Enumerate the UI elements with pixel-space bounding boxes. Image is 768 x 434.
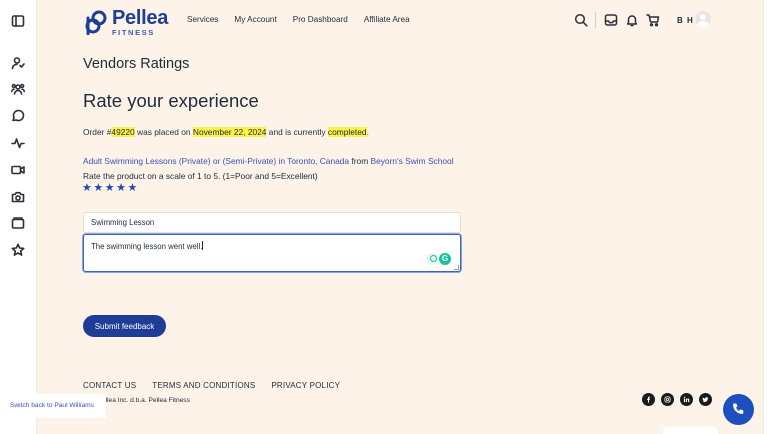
call-button[interactable]	[723, 394, 754, 425]
product-from: from	[349, 156, 371, 166]
inbox-icon[interactable]	[604, 13, 618, 27]
pellea-logo[interactable]: Pellea FITNESS	[84, 8, 168, 37]
nav-my-account[interactable]: My Account	[234, 15, 276, 24]
vendor-link[interactable]: Beyorn's Swim School	[371, 156, 454, 166]
switch-back-link[interactable]: Switch back to Paul Williams	[0, 394, 106, 418]
rating-instructions: Rate the product on a scale of 1 to 5. (…	[83, 171, 318, 181]
camera-icon[interactable]	[11, 190, 25, 204]
review-textarea[interactable]: The swimming lesson went well. G	[83, 234, 461, 272]
nav-pro-dashboard[interactable]: Pro Dashboard	[293, 15, 348, 24]
main-nav: Services My Account Pro Dashboard Affili…	[187, 15, 410, 24]
page-title: Rate your experience	[83, 90, 259, 111]
chat-icon[interactable]	[11, 109, 25, 123]
star-5-icon[interactable]: ★	[128, 183, 138, 194]
review-text: The swimming lesson went well.	[91, 242, 203, 251]
submit-feedback-button[interactable]: Submit feedback	[83, 315, 166, 337]
logo-name: Pellea	[112, 7, 169, 29]
star-rating: ★ ★ ★ ★ ★	[82, 183, 137, 194]
order-date: November 22, 2024	[192, 127, 267, 137]
star-icon[interactable]	[11, 243, 25, 257]
nav-services[interactable]: Services	[187, 15, 218, 24]
order-summary: Order #49220 was placed on November 22, …	[83, 127, 369, 137]
text-caret	[202, 241, 204, 250]
bell-icon[interactable]	[625, 13, 639, 27]
footer-terms[interactable]: TERMS AND CONDITIONS	[152, 381, 255, 390]
footer-privacy[interactable]: PRIVACY POLICY	[271, 381, 340, 390]
order-status: completed	[327, 127, 367, 137]
sidebar-toggle-icon[interactable]	[11, 14, 25, 28]
grammarly-icon[interactable]: G	[439, 253, 451, 265]
linkedin-icon[interactable]	[680, 393, 693, 406]
order-number: 49220	[111, 127, 135, 137]
cart-icon[interactable]	[646, 13, 660, 27]
search-icon[interactable]	[574, 13, 588, 27]
video-icon[interactable]	[11, 163, 25, 177]
order-text-1: was placed on	[134, 127, 193, 137]
logo-subtitle: FITNESS	[112, 28, 155, 37]
product-info: Adult Swimming Lessons (Private) or (Sem…	[83, 156, 454, 166]
star-1-icon[interactable]: ★	[82, 183, 92, 194]
facebook-icon[interactable]	[642, 393, 655, 406]
user-icon[interactable]	[11, 56, 25, 70]
review-title-input[interactable]: Swimming Lesson	[83, 212, 461, 233]
order-text-2: and is currently	[266, 127, 328, 137]
resize-handle[interactable]	[454, 265, 459, 270]
activity-icon[interactable]	[11, 136, 25, 150]
groups-icon[interactable]	[11, 82, 25, 96]
product-link[interactable]: Adult Swimming Lessons (Private) or (Sem…	[83, 156, 349, 166]
instagram-icon[interactable]	[661, 393, 674, 406]
star-4-icon[interactable]: ★	[116, 183, 126, 194]
footer-contact-us[interactable]: CONTACT US	[83, 381, 136, 390]
order-prefix: Order #	[83, 127, 112, 137]
phone-icon	[733, 403, 744, 414]
chat-widget-tab[interactable]	[663, 427, 718, 434]
user-initials[interactable]: B H	[677, 16, 694, 25]
folder-icon[interactable]	[11, 216, 25, 230]
left-sidebar	[0, 0, 37, 434]
top-header: Pellea FITNESS Services My Account Pro D…	[37, 0, 763, 42]
star-3-icon[interactable]: ★	[105, 183, 115, 194]
footer-links: CONTACT US TERMS AND CONDITIONS PRIVACY …	[83, 381, 340, 390]
avatar[interactable]	[695, 11, 711, 27]
header-divider	[595, 12, 596, 28]
writing-assistant-icon[interactable]	[426, 253, 438, 265]
page-heading: Vendors Ratings	[83, 56, 190, 72]
star-2-icon[interactable]: ★	[93, 183, 103, 194]
scrollbar[interactable]	[763, 0, 768, 434]
logo-mark-icon	[85, 10, 107, 36]
order-suffix: .	[366, 127, 369, 137]
twitter-icon[interactable]	[699, 393, 712, 406]
nav-affiliate-area[interactable]: Affiliate Area	[364, 15, 410, 24]
